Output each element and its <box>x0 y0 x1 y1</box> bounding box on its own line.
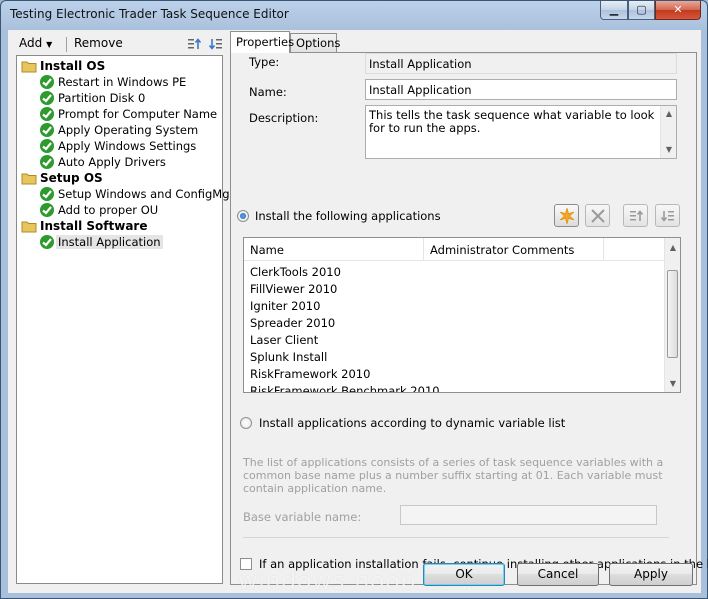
tree-group-label: Install OS <box>40 59 106 73</box>
tab-options[interactable]: Options <box>290 33 340 52</box>
type-label: Type: <box>249 55 280 69</box>
folder-icon <box>21 221 37 233</box>
list-item[interactable]: Spreader 2010 <box>250 316 335 330</box>
scroll-up-icon[interactable]: ▲ <box>665 240 680 256</box>
dynamic-list-radio[interactable] <box>240 417 252 429</box>
move-up-icon <box>630 210 644 221</box>
success-check-icon <box>40 107 54 121</box>
list-item[interactable]: Laser Client <box>250 333 318 347</box>
install-following-radio[interactable] <box>237 210 249 222</box>
dynamic-help-text: The list of applications consists of a s… <box>243 456 664 495</box>
tree-toolbar: Add ▼ Remove <box>14 34 226 54</box>
dropdown-arrow-icon: ▼ <box>46 40 53 49</box>
caption-buttons: ▁ ▢ ✕ <box>600 1 701 21</box>
tree-step-label: Prompt for Computer Name <box>58 107 218 121</box>
base-variable-field[interactable] <box>400 505 657 525</box>
dynamic-list-label: Install applications according to dynami… <box>259 416 566 430</box>
window-title: Testing Electronic Trader Task Sequence … <box>10 7 289 21</box>
delete-x-icon <box>591 209 605 223</box>
new-application-button[interactable] <box>554 204 579 227</box>
folder-icon <box>21 61 37 73</box>
minimize-button[interactable]: ▁ <box>600 1 628 20</box>
move-application-up-button[interactable] <box>623 204 648 227</box>
tree-step-label: Install Application <box>56 235 163 249</box>
description-text: This tells the task sequence what variab… <box>369 108 655 135</box>
success-check-icon <box>40 75 54 89</box>
success-check-icon <box>40 155 54 169</box>
add-menu-button[interactable]: Add ▼ <box>19 36 52 50</box>
tree-step-label: Add to proper OU <box>58 203 159 217</box>
name-label: Name: <box>249 85 287 99</box>
scroll-thumb[interactable] <box>667 270 678 358</box>
apply-button[interactable]: Apply <box>609 563 693 586</box>
list-header: Name Administrator Comments <box>244 238 664 261</box>
tree-step-label: Restart in Windows PE <box>58 75 187 89</box>
dialog-client: Add ▼ Remove Install OS Restart in Windo… <box>8 30 708 593</box>
ok-button[interactable]: OK <box>423 563 505 586</box>
tab-properties[interactable]: Properties <box>230 31 294 53</box>
scroll-up-icon[interactable]: ▲ <box>661 106 676 122</box>
add-label: Add <box>19 36 43 50</box>
tree-step-label: Apply Windows Settings <box>58 139 197 153</box>
list-scrollbar[interactable]: ▲ ▼ <box>664 238 680 392</box>
toolbar-separator <box>66 37 67 52</box>
move-application-down-button[interactable] <box>655 204 680 227</box>
folder-icon <box>21 173 37 185</box>
close-button[interactable]: ✕ <box>655 1 701 20</box>
success-check-icon <box>40 139 54 153</box>
task-sequence-tree: Install OS Restart in Windows PE Partiti… <box>16 55 234 584</box>
maximize-button[interactable]: ▢ <box>628 1 655 20</box>
description-label: Description: <box>249 111 319 125</box>
move-down-icon <box>660 211 674 222</box>
tree-step-label: Partition Disk 0 <box>58 91 146 105</box>
type-field: Install Application <box>365 53 677 74</box>
install-following-label: Install the following applications <box>255 209 441 223</box>
column-header-comments[interactable]: Administrator Comments <box>424 238 604 261</box>
success-check-icon <box>40 123 54 137</box>
scroll-down-icon[interactable]: ▼ <box>661 142 676 158</box>
remove-button[interactable]: Remove <box>74 36 123 50</box>
description-field[interactable]: This tells the task sequence what variab… <box>365 105 677 159</box>
tree-step-label: Apply Operating System <box>58 123 199 137</box>
list-item[interactable]: ClerkTools 2010 <box>250 265 341 279</box>
name-field[interactable]: Install Application <box>365 79 677 100</box>
task-sequence-editor-window: Testing Electronic Trader Task Sequence … <box>0 0 708 599</box>
applications-list[interactable]: Name Administrator Comments ClerkTools 2… <box>243 237 681 393</box>
list-item[interactable]: RiskFramework 2010 <box>250 367 370 381</box>
tree-step-label: Auto Apply Drivers <box>58 155 166 169</box>
success-check-icon <box>40 91 54 105</box>
tree-group-label: Install Software <box>40 219 148 233</box>
properties-panel: Type: Install Application Name: Install … <box>230 52 708 585</box>
success-check-icon <box>40 203 54 217</box>
separator <box>243 537 669 538</box>
list-item[interactable]: Igniter 2010 <box>250 299 320 313</box>
starburst-icon <box>559 208 575 224</box>
move-down-icon[interactable] <box>208 36 224 52</box>
cancel-button[interactable]: Cancel <box>517 563 599 586</box>
success-check-icon <box>40 187 54 201</box>
success-check-icon <box>40 235 54 249</box>
list-item[interactable]: FillViewer 2010 <box>250 282 337 296</box>
column-header-name[interactable]: Name <box>244 238 424 261</box>
list-item[interactable]: Splunk Install <box>250 350 327 364</box>
tree-step-label: Setup Windows and ConfigMgr <box>58 187 235 201</box>
base-variable-label: Base variable name: <box>243 510 362 524</box>
remove-application-button[interactable] <box>585 204 610 227</box>
tree-group-label: Setup OS <box>40 171 103 185</box>
scroll-down-icon[interactable]: ▼ <box>665 376 680 392</box>
move-up-icon[interactable] <box>186 36 202 52</box>
list-item[interactable]: RiskFramework Benchmark 2010 <box>250 384 440 392</box>
description-scrollbar[interactable]: ▲ ▼ <box>660 106 676 158</box>
